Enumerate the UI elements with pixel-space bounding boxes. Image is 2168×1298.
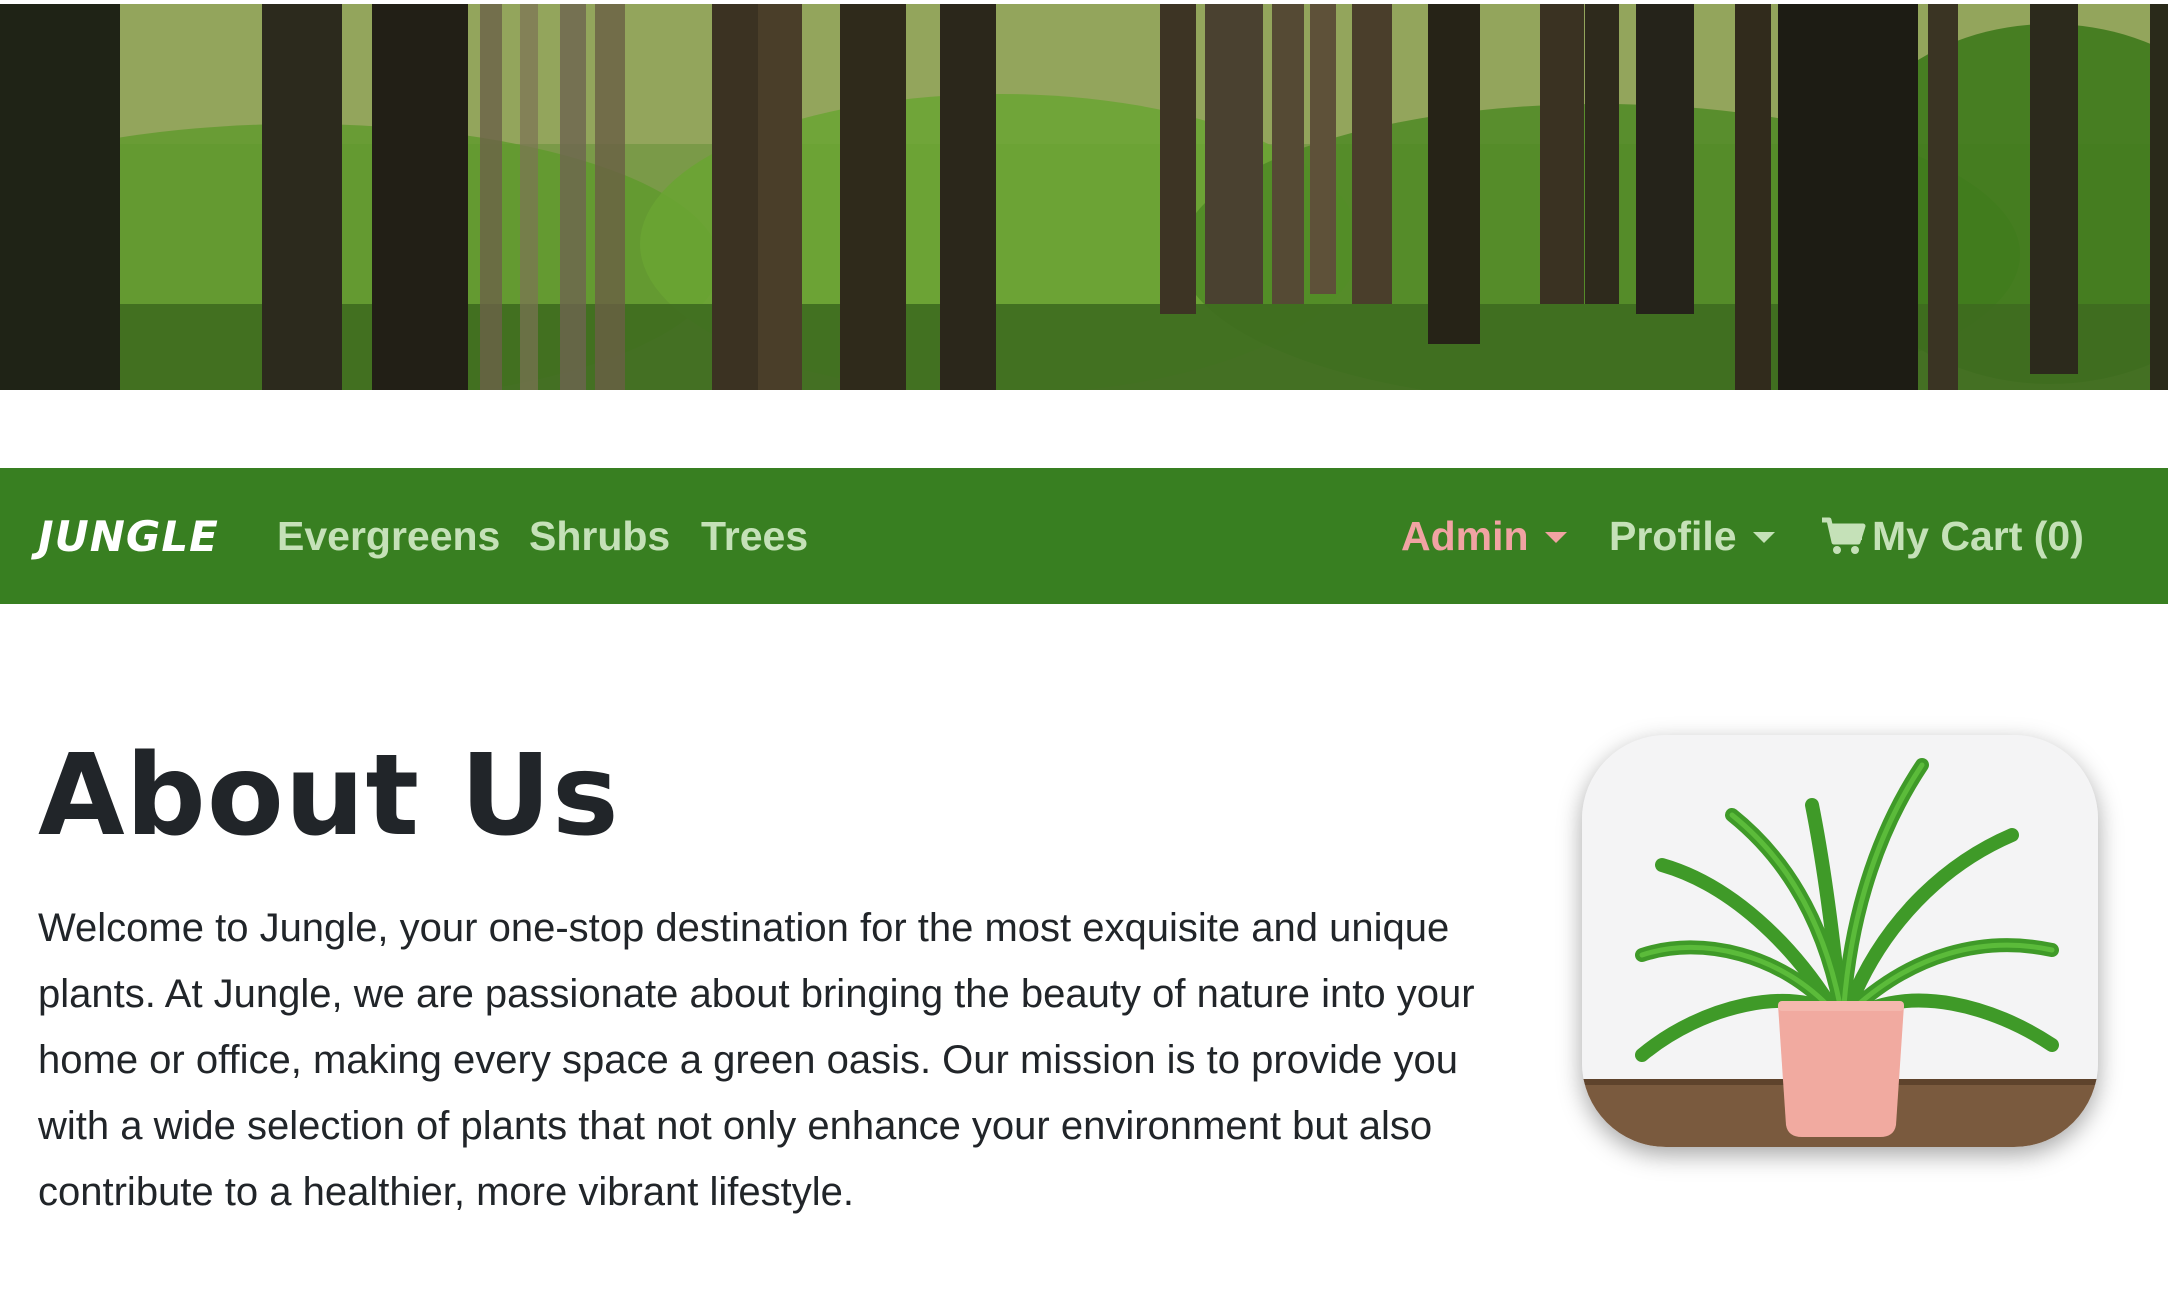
paragraph-line: Welcome to Jungle, your one-stop destina… [38,906,1450,950]
cart-link[interactable]: My Cart (0) [1820,468,2084,604]
chevron-down-icon [1544,531,1567,543]
admin-label: Admin [1401,512,1529,559]
nav-link-shrubs[interactable]: Shrubs [529,468,670,604]
nav-link-trees[interactable]: Trees [701,468,808,604]
paragraph-line: plants. At Jungle, we are passionate abo… [38,972,1475,1016]
brand-logo[interactable]: JUNGLE [38,468,219,604]
potted-fern-image [1582,735,2098,1147]
main-navbar: JUNGLE Evergreens Shrubs Trees Admin Pro… [0,468,2168,604]
nav-link-evergreens[interactable]: Evergreens [277,468,500,604]
about-paragraph: Welcome to Jungle, your one-stop destina… [38,895,1508,1225]
paragraph-line: with a wide selection of plants that not… [38,1104,1433,1148]
admin-dropdown[interactable]: Admin [1401,468,1567,604]
profile-dropdown[interactable]: Profile [1609,468,1775,604]
cart-icon [1822,517,1866,554]
cart-label: My Cart (0) [1872,512,2084,559]
page-title: About Us [38,731,620,861]
profile-label: Profile [1609,512,1737,559]
chevron-down-icon [1752,531,1775,543]
forest-banner-image [0,4,2168,390]
paragraph-line: home or office, making every space a gre… [38,1038,1458,1082]
paragraph-line: contribute to a healthier, more vibrant … [38,1170,854,1214]
